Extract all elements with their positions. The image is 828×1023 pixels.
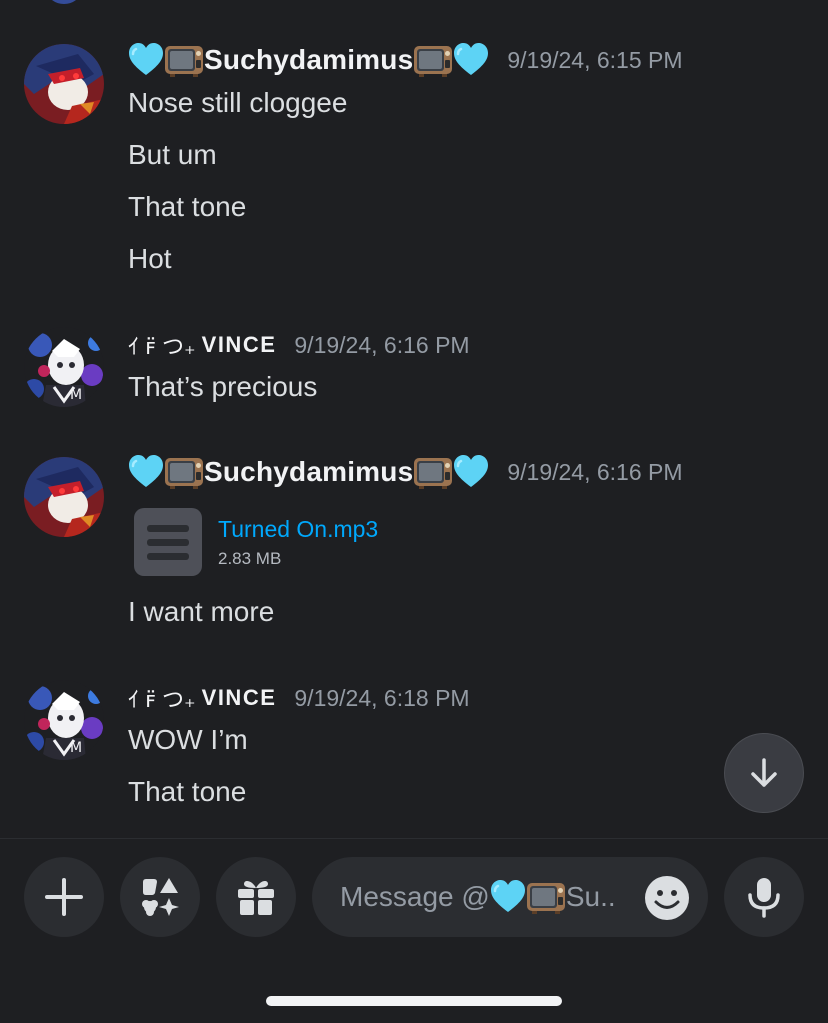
blue-heart-icon (490, 879, 526, 915)
add-attachment-button[interactable] (24, 857, 104, 937)
message-header: Suchydamimus 9/19/24, 6:15 PM (128, 40, 683, 80)
message-text[interactable]: I want more (128, 594, 274, 630)
chat-message-list[interactable]: Suchydamimus 9/19/24, 6:15 PM Nose still… (0, 0, 828, 838)
attachment-size: 2.83 MB (218, 548, 282, 568)
blue-heart-icon (128, 454, 164, 490)
message-text[interactable]: That’s precious (128, 369, 317, 405)
author-name[interactable]: Suchydamimus (204, 44, 413, 76)
document-icon (134, 508, 202, 576)
message-input-placeholder: Message @ Su.. (340, 879, 616, 915)
message-header: ｲ ꜰ̈ つ₊ VINCE 9/19/24, 6:18 PM (128, 678, 470, 718)
message-text[interactable]: That tone (128, 774, 246, 810)
author-name-prefix[interactable]: ｲ ꜰ̈ つ₊ (128, 329, 196, 361)
author-name[interactable]: VINCE (202, 685, 277, 711)
message-timestamp: 9/19/24, 6:15 PM (507, 46, 683, 73)
author-name[interactable]: Suchydamimus (204, 456, 413, 488)
blue-heart-icon (453, 454, 489, 490)
message-timestamp: 9/19/24, 6:16 PM (294, 331, 470, 358)
message-input[interactable]: Message @ Su.. (312, 857, 708, 937)
message-text[interactable]: Nose still cloggee (128, 85, 347, 121)
avatar[interactable] (24, 44, 104, 124)
message-timestamp: 9/19/24, 6:18 PM (294, 684, 470, 711)
home-indicator[interactable] (266, 996, 562, 1006)
emoji-icon[interactable] (644, 875, 690, 921)
apps-button[interactable] (120, 857, 200, 937)
plus-icon (45, 878, 83, 916)
mic-icon (748, 878, 780, 918)
author-name-prefix[interactable]: ｲ ꜰ̈ つ₊ (128, 682, 196, 714)
jump-to-bottom-button[interactable] (724, 733, 804, 813)
blue-heart-icon (128, 42, 164, 78)
message-timestamp: 9/19/24, 6:16 PM (507, 458, 683, 485)
television-icon (526, 879, 566, 915)
message-text[interactable]: WOW I’m (128, 722, 248, 758)
message-text[interactable]: But um (128, 137, 217, 173)
message-header: Suchydamimus 9/19/24, 6:16 PM (128, 452, 683, 492)
message-text[interactable]: Hot (128, 241, 172, 277)
television-icon (413, 42, 453, 78)
television-icon (413, 454, 453, 490)
voice-message-button[interactable] (724, 857, 804, 937)
file-attachment[interactable]: Turned On.mp3 2.83 MB (134, 508, 378, 576)
attachment-name[interactable]: Turned On.mp3 (218, 516, 378, 543)
cut-off-avatar (48, 0, 80, 4)
avatar[interactable] (24, 680, 104, 760)
message-header: ｲ ꜰ̈ つ₊ VINCE 9/19/24, 6:16 PM (128, 325, 470, 365)
apps-icon (142, 878, 179, 916)
author-name[interactable]: VINCE (202, 332, 277, 358)
blue-heart-icon (453, 42, 489, 78)
television-icon (164, 454, 204, 490)
gift-icon (238, 880, 274, 915)
arrow-down-icon (751, 758, 777, 787)
message-text[interactable]: That tone (128, 189, 246, 225)
television-icon (164, 42, 204, 78)
gift-button[interactable] (216, 857, 296, 937)
avatar[interactable] (24, 457, 104, 537)
avatar[interactable] (24, 327, 104, 407)
